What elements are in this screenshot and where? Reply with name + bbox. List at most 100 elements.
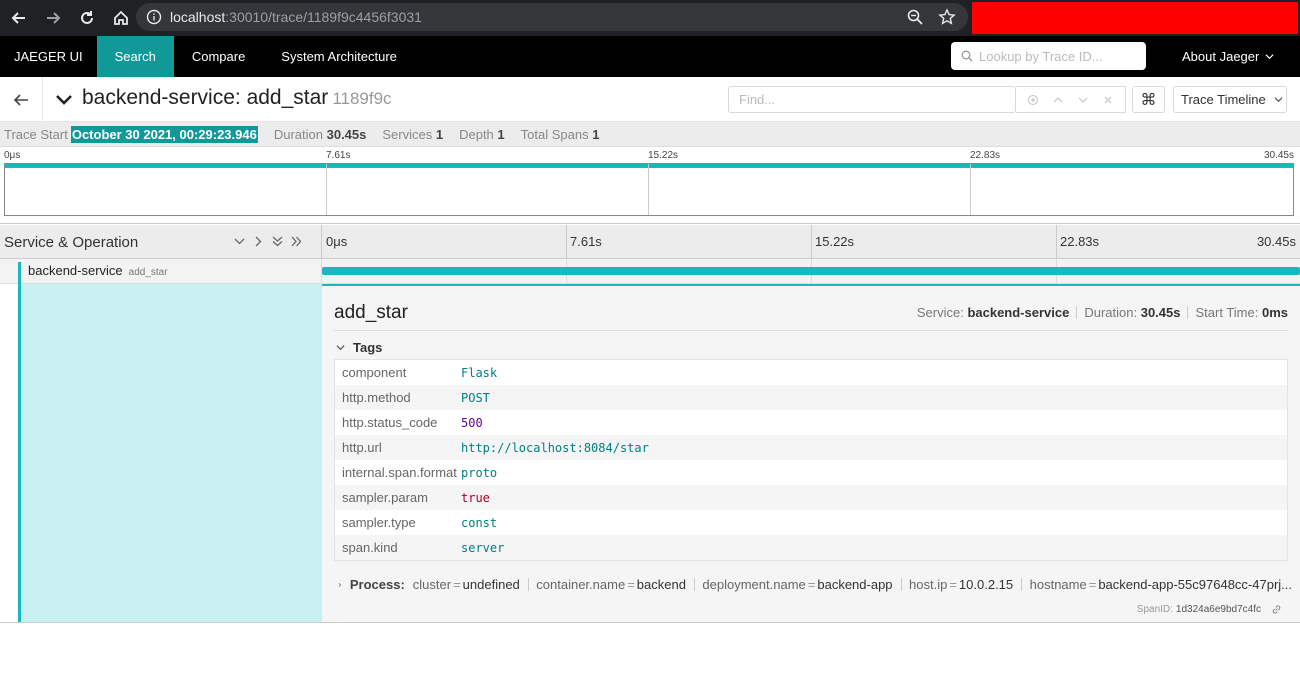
detail-overview: Service: backend-service Duration: 30.45s… [916,305,1288,320]
minimap-gridline [648,164,649,215]
view-mode-select[interactable]: Trace Timeline [1173,86,1287,113]
tags-toggle[interactable]: Tags [336,340,382,355]
minimap-gridline [326,164,327,215]
minimap-canvas[interactable] [4,163,1294,216]
tag-row[interactable]: sampler.type const [335,510,1287,535]
trace-minimap[interactable]: 0μs 7.61s 15.22s 22.83s 30.45s [0,148,1300,224]
redacted-region [972,2,1298,34]
about-jaeger-menu[interactable]: About Jaeger [1182,36,1274,77]
divider [42,77,43,122]
span-detail-gutter [18,284,323,622]
url-text: localhost:30010/trace/1189f9c4456f3031 [170,9,422,25]
process-item: cluster = undefined [412,577,520,592]
process-item: host.ip = 10.0.2.15 [909,577,1014,592]
timeline-gridline [566,225,567,259]
trace-start: Trace Start October 30 2021, 00:29:23.946 [4,125,258,143]
minimap-tick: 22.83s [970,150,1001,161]
brand-logo[interactable]: JAEGER UI [0,36,97,77]
top-nav: JAEGER UI Search Compare System Architec… [0,36,1300,77]
span-name-column[interactable]: backend-service add_star [0,259,322,284]
process-toggle[interactable]: Process: cluster = undefined container.nam… [338,577,1292,592]
minimap-tick: 7.61s [326,150,351,161]
trace-total-spans: Total Spans 1 [520,126,600,142]
trace-depth: Depth 1 [459,126,505,142]
trace-duration: Duration 30.45s [273,126,367,142]
trace-summary: Trace Start October 30 2021, 00:29:23.946… [0,122,1300,147]
trace-id-lookup-input[interactable]: Lookup by Trace ID... [951,42,1146,70]
span-id: SpanID: 1d324a6e9bd7c4fc [1137,604,1282,615]
minimap-tick: 15.22s [648,150,679,161]
detail-operation-title: add_star [334,302,408,323]
tag-row[interactable]: sampler.param true [335,485,1287,510]
double-chevron-down-icon[interactable] [271,235,284,248]
timeline-tick: 30.45s [1256,234,1296,249]
info-icon[interactable] [146,9,162,25]
link-icon[interactable] [1271,604,1282,615]
chevron-right-icon[interactable] [252,235,265,248]
forward-arrow-icon[interactable] [42,7,64,29]
trace-page-header: backend-service: add_star 1189f9c Find...… [0,77,1300,122]
nav-search[interactable]: Search [96,36,174,77]
chevron-up-icon[interactable] [1052,94,1064,106]
chevron-down-icon [1265,54,1274,60]
zoom-icon[interactable] [906,8,924,26]
arrow-left-icon [13,94,28,106]
tags-table: component Flask http.method POST http.stat… [334,359,1288,561]
keyboard-shortcuts-button[interactable]: ⌘ [1132,86,1165,113]
back-button[interactable] [8,87,34,113]
tag-row[interactable]: internal.span.format proto [335,460,1287,485]
star-icon[interactable] [938,8,956,26]
trace-services: Services 1 [382,126,444,142]
divider [0,622,1300,623]
chevron-down-icon[interactable] [233,235,246,248]
process-item: hostname = backend-app-55c97648cc-47prj... [1029,577,1292,592]
reload-icon[interactable] [76,7,98,29]
tag-row[interactable]: component Flask [335,360,1287,385]
service-color-marker [18,262,21,284]
timeline-gridline [811,225,812,259]
span-bar[interactable] [322,267,1300,275]
find-controls [1016,86,1126,113]
chevron-down-icon [1274,97,1283,103]
service-operation-header: Service & Operation [0,225,322,259]
minimap-tick: 30.45s [1263,150,1294,161]
timeline-tick: 22.83s [1060,234,1100,249]
span-operation-name: add_star [128,267,168,278]
trace-short-id: 1189f9c [332,89,392,108]
process-item: deployment.name = backend-app [702,577,893,592]
timeline-tick: 15.22s [815,234,855,249]
span-row[interactable]: backend-service add_star [0,259,1300,284]
address-bar[interactable]: localhost:30010/trace/1189f9c4456f3031 [136,3,968,31]
home-icon[interactable] [110,7,132,29]
process-item: container.name = backend [536,577,686,592]
double-chevron-right-icon[interactable] [290,235,303,248]
tag-row[interactable]: span.kind server [335,535,1287,560]
browser-toolbar: localhost:30010/trace/1189f9c4456f3031 [0,0,1300,36]
command-icon: ⌘ [1140,91,1157,109]
search-icon [961,50,973,62]
nav-system-architecture[interactable]: System Architecture [263,36,415,77]
timeline-gridline [1056,225,1057,259]
chevron-down-icon [336,345,345,351]
divider [334,330,1288,331]
chevron-down-icon[interactable] [54,89,74,109]
tag-row[interactable]: http.url http://localhost:8084/star [335,435,1287,460]
timeline-tick: 7.61s [570,234,602,249]
chevron-down-icon[interactable] [1077,94,1089,106]
close-icon[interactable] [1102,94,1114,106]
tag-row[interactable]: http.status_code 500 [335,410,1287,435]
nav-compare[interactable]: Compare [174,36,263,77]
minimap-gridline [970,164,971,215]
trace-title: backend-service: add_star 1189f9c [82,86,392,109]
span-service-name[interactable]: backend-service add_star [28,263,168,278]
chevron-right-icon [338,582,342,587]
span-detail-panel: add_star Service: backend-service Duratio… [322,284,1300,622]
back-arrow-icon[interactable] [8,7,30,29]
find-input[interactable]: Find... [728,86,1016,113]
tag-row[interactable]: http.method POST [335,385,1287,410]
minimap-span-bar [5,164,1293,168]
minimap-tick: 0μs [4,150,21,161]
timeline-header: Service & Operation 0μs 7.61s 15.22s 22.… [0,225,1300,259]
timeline-tick: 0μs [326,234,348,249]
target-icon[interactable] [1027,94,1039,106]
